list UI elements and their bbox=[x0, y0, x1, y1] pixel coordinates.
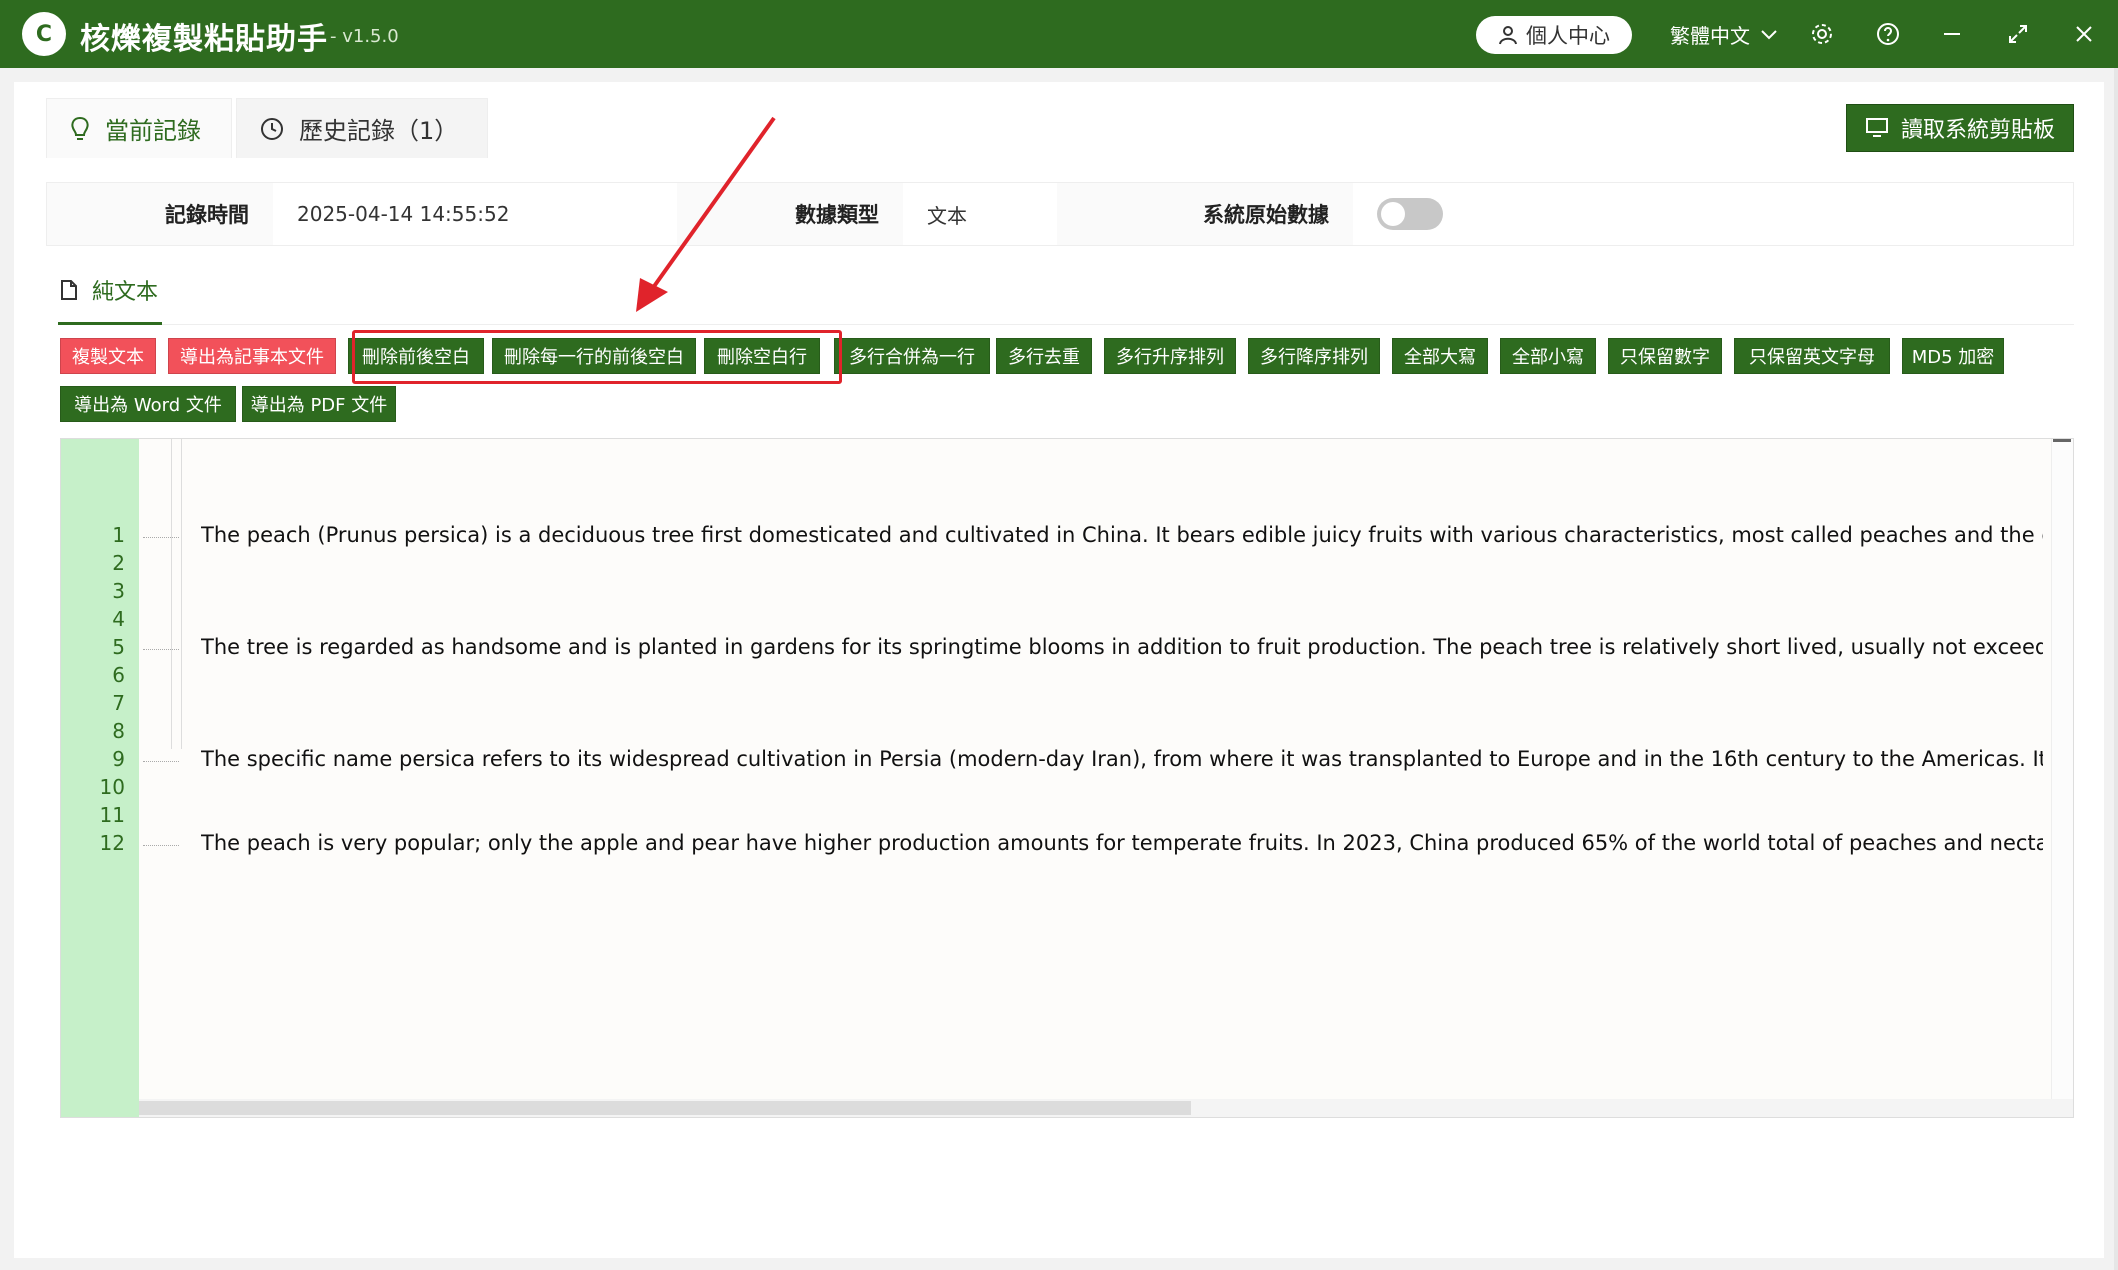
sort-desc-button[interactable]: 多行降序排列 bbox=[1248, 338, 1380, 374]
whitespace-marker bbox=[143, 537, 179, 538]
history-icon bbox=[261, 117, 283, 140]
indent-guide bbox=[171, 439, 172, 749]
app-version: - v1.5.0 bbox=[330, 26, 399, 47]
user-center-label: 個人中心 bbox=[1526, 24, 1610, 48]
editor-line: The peach (Prunus persica) is a deciduou… bbox=[201, 523, 2043, 547]
lightbulb-icon bbox=[71, 116, 89, 140]
line-number: 12 bbox=[99, 831, 125, 855]
user-icon bbox=[1499, 26, 1517, 45]
record-time-value: 2025-04-14 14:55:52 bbox=[297, 202, 510, 226]
data-type-value: 文本 bbox=[927, 203, 967, 228]
active-subtab-indicator bbox=[58, 322, 162, 325]
merge-lines-button[interactable]: 多行合併為一行 bbox=[834, 338, 990, 374]
keep-letters-button[interactable]: 只保留英文字母 bbox=[1734, 338, 1890, 374]
raw-data-toggle[interactable] bbox=[1377, 198, 1443, 230]
copy-text-button[interactable]: 複製文本 bbox=[60, 338, 156, 374]
vertical-scroll-thumb[interactable] bbox=[2053, 439, 2071, 442]
md5-button[interactable]: MD5 加密 bbox=[1902, 338, 2004, 374]
tab-history-record[interactable]: 歷史記錄（1） bbox=[236, 98, 488, 158]
gear-icon[interactable] bbox=[1806, 18, 1838, 50]
divider bbox=[58, 324, 2074, 325]
line-number: 1 bbox=[112, 523, 125, 547]
whitespace-marker bbox=[143, 845, 179, 846]
language-select[interactable]: 繁體中文 bbox=[1670, 20, 1778, 49]
line-number: 11 bbox=[99, 803, 125, 827]
line-number: 7 bbox=[112, 691, 125, 715]
document-icon bbox=[61, 280, 77, 300]
window-edge bbox=[2114, 68, 2118, 1270]
line-number: 6 bbox=[112, 663, 125, 687]
read-clipboard-button[interactable]: 讀取系統剪貼板 bbox=[1846, 104, 2074, 152]
whitespace-marker bbox=[143, 649, 179, 650]
data-type-label: 數據類型 bbox=[677, 183, 903, 245]
text-editor[interactable]: 1 2 3 4 5 6 7 8 9 10 11 12 The peach (Pr… bbox=[60, 438, 2074, 1118]
editor-line: The tree is regarded as handsome and is … bbox=[201, 635, 2043, 659]
line-number: 3 bbox=[112, 579, 125, 603]
language-label: 繁體中文 bbox=[1670, 24, 1750, 48]
line-number: 5 bbox=[112, 635, 125, 659]
sort-asc-button[interactable]: 多行升序排列 bbox=[1104, 338, 1236, 374]
minimize-icon[interactable] bbox=[1936, 18, 1968, 50]
highlight-annotation-box bbox=[352, 330, 842, 384]
tab-label: 當前記錄 bbox=[105, 117, 201, 145]
export-pdf-button[interactable]: 導出為 PDF 文件 bbox=[242, 386, 396, 422]
editor-line: The peach is very popular; only the appl… bbox=[201, 831, 2043, 855]
title-bar: C 核爍複製粘貼助手 - v1.5.0 個人中心 繁體中文 bbox=[0, 0, 2118, 68]
chevron-down-icon bbox=[1761, 29, 1777, 39]
close-icon[interactable] bbox=[2068, 18, 2100, 50]
tab-plain-text[interactable]: 純文本 bbox=[60, 274, 158, 306]
line-number: 2 bbox=[112, 551, 125, 575]
horizontal-scroll-thumb[interactable] bbox=[139, 1101, 1191, 1115]
tab-label: 歷史記錄（1） bbox=[299, 117, 459, 145]
user-center-button[interactable]: 個人中心 bbox=[1476, 16, 1632, 54]
record-info-row: 記錄時間 2025-04-14 14:55:52 數據類型 文本 系統原始數據 bbox=[46, 182, 2074, 246]
uppercase-button[interactable]: 全部大寫 bbox=[1392, 338, 1488, 374]
monitor-icon bbox=[1865, 118, 1888, 137]
raw-data-label: 系統原始數據 bbox=[1057, 183, 1353, 245]
main-panel: 當前記錄 歷史記錄（1） 讀取系統剪貼板 記錄時間 2025-04-14 14:… bbox=[14, 82, 2104, 1258]
export-txt-button[interactable]: 導出為記事本文件 bbox=[168, 338, 336, 374]
record-time-label: 記錄時間 bbox=[47, 183, 273, 245]
dedupe-lines-button[interactable]: 多行去重 bbox=[996, 338, 1092, 374]
line-number: 9 bbox=[112, 747, 125, 771]
help-icon[interactable] bbox=[1872, 18, 1904, 50]
keep-digits-button[interactable]: 只保留數字 bbox=[1608, 338, 1722, 374]
app-logo: C bbox=[22, 12, 66, 56]
whitespace-marker bbox=[143, 761, 179, 762]
line-number: 8 bbox=[112, 719, 125, 743]
read-clipboard-label: 讀取系統剪貼板 bbox=[1900, 118, 2055, 143]
tab-current-record[interactable]: 當前記錄 bbox=[46, 98, 232, 158]
raw-data-switch-cell bbox=[1353, 183, 1553, 245]
editor-line: The specific name persica refers to its … bbox=[201, 747, 2043, 771]
horizontal-scrollbar[interactable] bbox=[139, 1099, 2073, 1117]
vertical-scrollbar[interactable] bbox=[2051, 439, 2073, 1099]
line-number: 10 bbox=[99, 775, 125, 799]
lowercase-button[interactable]: 全部小寫 bbox=[1500, 338, 1596, 374]
app-title: 核爍複製粘貼助手 bbox=[80, 22, 328, 57]
plain-text-label: 純文本 bbox=[92, 280, 159, 305]
maximize-icon[interactable] bbox=[2002, 18, 2034, 50]
indent-guide bbox=[181, 439, 182, 749]
line-number: 4 bbox=[112, 607, 125, 631]
line-number-gutter: 1 2 3 4 5 6 7 8 9 10 11 12 bbox=[61, 439, 139, 1117]
export-word-button[interactable]: 導出為 Word 文件 bbox=[60, 386, 236, 422]
